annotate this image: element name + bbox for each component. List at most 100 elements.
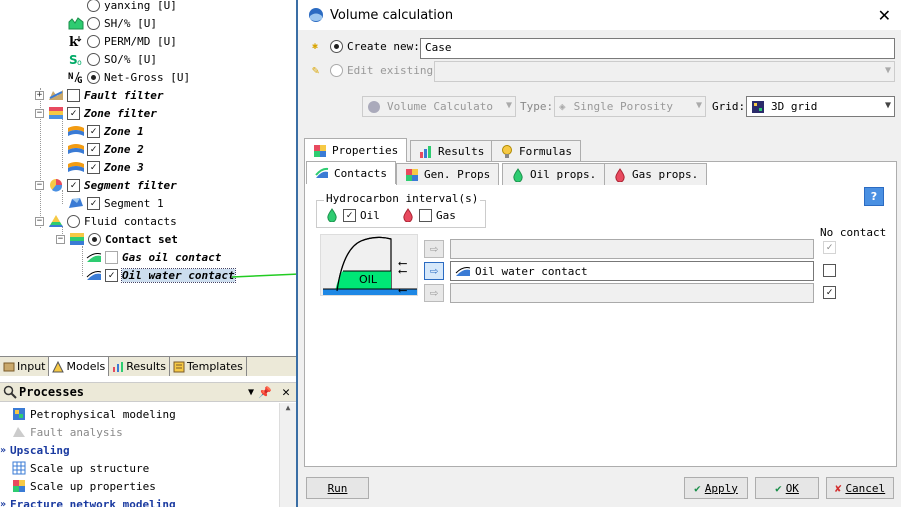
tree-item-fault-filter[interactable]: + Fault filter <box>35 86 163 104</box>
visibility-checkbox[interactable] <box>87 142 100 156</box>
tree-item-sh[interactable]: SH/% [U] <box>68 14 157 32</box>
visibility-checkbox[interactable] <box>67 88 80 102</box>
cancel-button[interactable]: ✘ Cancel <box>826 477 894 499</box>
insert-contact-middle-button[interactable]: ⇨ <box>424 262 444 280</box>
tree-item-label: Zone 2 <box>104 142 144 156</box>
chevron-down-icon: ▼ <box>695 100 702 111</box>
gas-checkbox[interactable] <box>419 208 432 222</box>
apply-button[interactable]: ✔ Apply <box>684 477 748 499</box>
process-group-fracture[interactable]: » Fracture network modeling <box>0 495 176 507</box>
visibility-checkbox[interactable] <box>67 106 80 120</box>
subtab-gen-props[interactable]: Gen. Props <box>396 163 500 185</box>
tree-item-segment-1[interactable]: Segment 1 <box>68 194 164 212</box>
process-scale-up-structure[interactable]: Scale up structure <box>12 459 149 477</box>
tab-models[interactable]: Models <box>49 357 110 376</box>
process-fault-analysis[interactable]: Fault analysis <box>12 423 123 441</box>
collapse-chevron-icon[interactable]: » <box>0 499 6 507</box>
property-radio-selected[interactable] <box>88 232 101 246</box>
oil-checkbox[interactable] <box>343 208 356 222</box>
permeability-icon: k <box>69 35 82 48</box>
close-icon[interactable]: ✕ <box>282 385 290 400</box>
tab-templates[interactable]: Templates <box>169 357 247 376</box>
tab-formulas[interactable]: Formulas <box>491 140 581 162</box>
tree-item-zone-3[interactable]: Zone 3 <box>68 158 144 176</box>
tab-input[interactable]: Input <box>0 357 50 376</box>
close-icon[interactable]: ✕ <box>878 6 891 25</box>
visibility-checkbox[interactable] <box>67 178 80 192</box>
help-icon[interactable]: ? <box>864 187 884 206</box>
process-group-label: Upscaling <box>10 443 70 457</box>
collapse-icon[interactable]: − <box>35 216 44 226</box>
visibility-checkbox[interactable] <box>87 196 100 210</box>
scroll-up-icon[interactable]: ▲ <box>280 403 296 412</box>
collapse-icon[interactable]: − <box>35 180 44 190</box>
pin-icon[interactable]: 📌 <box>258 386 272 399</box>
tab-results[interactable]: Results <box>109 357 170 376</box>
collapse-icon[interactable]: − <box>35 108 44 118</box>
tree-item-zone-2[interactable]: Zone 2 <box>68 140 144 158</box>
insert-contact-top-button[interactable]: ⇨ <box>424 240 444 258</box>
contact-bottom-field[interactable] <box>450 283 814 303</box>
tab-results[interactable]: Results <box>410 140 494 162</box>
tree-item-label: Contact set <box>105 232 178 246</box>
type-select[interactable]: ◈ Single Porosity ▼ <box>554 96 706 117</box>
no-contact-middle-checkbox[interactable] <box>823 264 836 277</box>
collapse-icon[interactable]: − <box>56 234 65 244</box>
properties-icon <box>314 144 326 157</box>
tab-label: Gas props. <box>632 168 699 181</box>
tree-item-yanxing[interactable]: yanxing [U] <box>68 0 177 14</box>
tree-item-label: Oil water contact <box>121 267 236 283</box>
no-contact-bottom-checkbox[interactable] <box>823 286 836 299</box>
vertical-scrollbar[interactable]: ▲ <box>279 403 296 507</box>
property-radio[interactable] <box>87 16 100 30</box>
property-radio[interactable] <box>67 214 80 228</box>
tree-item-zone-filter[interactable]: − Zone filter <box>35 104 157 122</box>
subtab-contacts[interactable]: Contacts <box>306 161 396 184</box>
tree-item-fluid-contacts[interactable]: − Fluid contacts <box>35 212 177 230</box>
visibility-checkbox[interactable] <box>87 124 100 138</box>
tree-item-perm[interactable]: k PERM/MD [U] <box>68 32 177 50</box>
expand-icon[interactable]: + <box>35 90 44 100</box>
edit-existing-radio[interactable] <box>330 63 343 77</box>
tree-item-zone-1[interactable]: Zone 1 <box>68 122 144 140</box>
insert-contact-bottom-button[interactable]: ⇨ <box>424 284 444 302</box>
visibility-checkbox[interactable] <box>105 250 118 264</box>
contact-top-field[interactable] <box>450 239 814 259</box>
no-contact-top-checkbox[interactable] <box>823 241 836 254</box>
property-radio[interactable] <box>87 52 100 66</box>
tree-item-net-gross[interactable]: NG Net-Gross [U] <box>68 68 190 86</box>
visibility-checkbox[interactable] <box>87 160 100 174</box>
visibility-checkbox[interactable] <box>105 268 118 282</box>
property-radio[interactable] <box>87 0 100 12</box>
process-scale-up-properties[interactable]: Scale up properties <box>12 477 156 495</box>
grid-select[interactable]: 3D grid ▼ <box>746 96 895 117</box>
create-new-radio[interactable] <box>330 40 343 53</box>
tree-item-label: Segment 1 <box>104 196 164 210</box>
tab-label: Models <box>66 360 106 373</box>
select-value: 3D grid <box>771 100 818 113</box>
create-new-input[interactable]: Case <box>420 38 895 59</box>
property-radio-selected[interactable] <box>87 70 100 84</box>
tree-item-gas-oil-contact[interactable]: Gas oil contact <box>86 248 221 266</box>
dropdown-arrow-icon[interactable]: ▼ <box>248 387 254 398</box>
property-radio[interactable] <box>87 34 100 48</box>
ok-button[interactable]: ✔ OK <box>755 477 819 499</box>
tree-item-segment-filter[interactable]: − Segment filter <box>35 176 177 194</box>
contact-middle-field[interactable]: Oil water contact <box>450 261 814 281</box>
oil-water-contact-icon <box>86 271 102 280</box>
edit-existing-select[interactable]: ▼ <box>434 61 895 82</box>
process-group-upscaling[interactable]: » Upscaling <box>0 441 70 459</box>
subtab-gas-props[interactable]: Gas props. <box>604 163 708 185</box>
collapse-chevron-icon[interactable]: » <box>0 445 6 456</box>
tree-item-contact-set[interactable]: − Contact set <box>56 230 178 248</box>
create-new-label: Create new: <box>347 40 420 53</box>
run-button[interactable]: Run <box>306 477 369 499</box>
tree-item-so[interactable]: So SO/% [U] <box>68 50 157 68</box>
tab-properties[interactable]: Properties <box>304 138 408 162</box>
subtab-oil-props[interactable]: Oil props. <box>502 163 606 185</box>
process-petrophysical-modeling[interactable]: Petrophysical modeling <box>12 405 176 423</box>
tree-item-oil-water-contact[interactable]: Oil water contact <box>86 266 236 284</box>
tab-label: Contacts <box>334 166 387 180</box>
volume-calculation-select[interactable]: Volume Calculato ▼ <box>362 96 516 117</box>
svg-text:N: N <box>68 72 73 82</box>
